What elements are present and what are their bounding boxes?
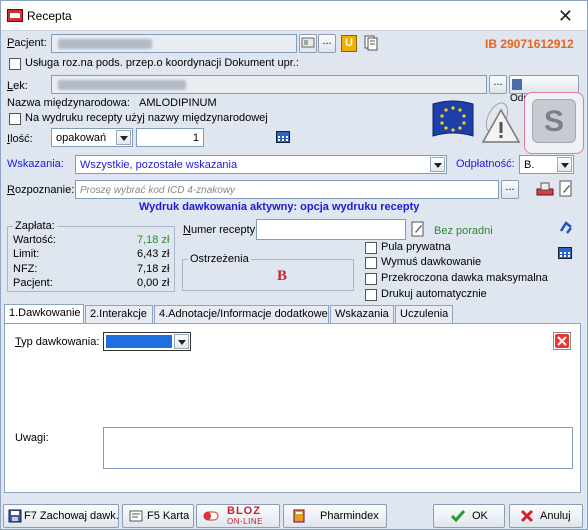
wymus-dawkowanie-checkbox[interactable] — [365, 257, 377, 269]
payment-row-value: 7,18 zł — [137, 234, 170, 246]
dropdown-arrow-icon — [430, 157, 445, 172]
usluga-label: Usługa roz.na pods. przep.o koordynacji … — [25, 57, 299, 69]
cross-icon — [520, 509, 534, 526]
close-icon[interactable] — [553, 332, 571, 350]
stamp-icon[interactable] — [535, 181, 555, 197]
disk-icon — [8, 509, 22, 526]
f5-card-button[interactable]: F5 Karta — [122, 504, 194, 528]
usluga-checkbox[interactable] — [9, 58, 21, 70]
tab-dawkowanie[interactable]: 1.Dawkowanie — [4, 304, 84, 324]
payment-row-value: 6,43 zł — [137, 248, 170, 260]
dropdown-arrow-icon — [557, 157, 572, 172]
wskazania-label: Wskazania: — [7, 158, 64, 170]
dropdown-arrow-icon — [116, 130, 131, 145]
pharmindex-button[interactable]: Pharmindex — [283, 504, 387, 528]
f7-save-dosage-button[interactable]: F7 Zachowaj dawk. — [3, 504, 119, 528]
unit-select[interactable]: opakowań — [51, 128, 133, 147]
calculator-icon[interactable] — [276, 131, 290, 143]
przekroczona-dawka-checkbox[interactable] — [365, 273, 377, 285]
payment-row-label: Limit: — [13, 248, 40, 260]
lek-field[interactable] — [51, 75, 487, 94]
payment-group-label: Zapłata: — [13, 220, 57, 232]
pills-warning-icon — [479, 96, 523, 144]
ok-button[interactable]: OK — [433, 504, 505, 528]
tab-adnotacje[interactable]: 4.Adnotacje/Informacje dodatkowe — [154, 305, 329, 323]
book-icon — [512, 79, 522, 90]
ilosc-label: Ilość: — [7, 133, 33, 145]
payment-row-label: Pacjent: — [13, 277, 53, 289]
lek-label: Lek: — [7, 80, 28, 92]
numer-recepty-field[interactable] — [256, 219, 406, 240]
pula-prywatna-checkbox[interactable] — [365, 242, 377, 254]
typ-dawkowania-select[interactable] — [103, 332, 191, 351]
payment-row-value: 0,00 zł — [137, 277, 170, 289]
cancel-button[interactable]: Anuluj — [509, 504, 583, 528]
rozpoznanie-field[interactable]: Proszę wybrać kod ICD 4-znakowy — [75, 180, 499, 199]
tab-wskazania[interactable]: Wskazania — [330, 305, 394, 323]
wskazania-select[interactable]: Wszystkie, pozostałe wskazania — [75, 155, 447, 174]
dosage-banner: Wydruk dawkowania aktywny: opcja wydruku… — [139, 201, 420, 213]
payment-row-label: Wartość: — [13, 234, 56, 246]
patient-card-icon[interactable] — [299, 34, 317, 53]
s-badge[interactable]: S — [532, 99, 576, 143]
card-f5-icon — [129, 509, 143, 526]
bez-poradni-label[interactable]: Bez poradni — [434, 225, 493, 237]
pula-prywatna-label: Pula prywatna — [381, 241, 451, 253]
uwagi-label: Uwagi: — [15, 432, 49, 444]
wymus-dawkowanie-label: Wymuś dawkowanie — [381, 256, 482, 268]
refresh-icon[interactable] — [558, 220, 574, 236]
s-badge-frame: S — [524, 92, 584, 154]
dropdown-arrow-icon — [174, 334, 189, 349]
odplatnosc-select[interactable]: B. — [519, 155, 574, 174]
eu-flag-icon — [429, 96, 477, 144]
tab-interakcje[interactable]: 2.Interakcje — [85, 305, 153, 323]
documents-icon[interactable] — [362, 35, 378, 51]
patient-u-icon[interactable]: U — [341, 35, 357, 52]
przekroczona-dawka-label: Przekroczona dawka maksymalna — [381, 272, 548, 284]
bloz-online-button[interactable]: BLOZ ON-LINE — [196, 504, 280, 528]
book-icon — [292, 509, 306, 526]
typ-dawkowania-label: Typ dawkowania: — [15, 336, 100, 348]
payment-row-value: 7,18 zł — [137, 263, 170, 275]
window-title: Recepta — [27, 9, 72, 23]
odplatnosc-label: Odpłatność: — [456, 158, 515, 170]
intl-name-value: AMLODIPINUM — [139, 97, 217, 109]
prescription-window: Recepta ✕ Pacjent: ... U IB 29071612912 … — [0, 0, 588, 530]
close-window-button[interactable]: ✕ — [558, 7, 573, 25]
patient-field[interactable] — [51, 34, 297, 53]
use-intl-label: Na wydruku recepty użyj nazwy międzynaro… — [25, 112, 268, 124]
edit-icon[interactable] — [411, 221, 425, 238]
ostrzezenia-label: Ostrzeżenia — [188, 253, 251, 265]
intl-name-label: Nazwa międzynarodowa: — [7, 97, 130, 109]
title-bar: Recepta ✕ — [1, 1, 587, 31]
app-icon — [7, 9, 23, 22]
uwagi-field[interactable] — [103, 427, 573, 469]
payment-row-label: NFZ: — [13, 263, 38, 275]
ib-number: IB 29071612912 — [485, 37, 574, 51]
pill-icon — [203, 510, 219, 525]
rozpoznanie-label: Rozpoznanie: — [7, 184, 75, 196]
calculator-icon[interactable] — [558, 247, 572, 259]
patient-browse-button[interactable]: ... — [318, 34, 336, 53]
quantity-field[interactable]: 1 — [136, 128, 204, 147]
patient-label: Pacjent: — [7, 37, 47, 49]
lek-browse-button[interactable]: ... — [489, 75, 507, 94]
numer-recepty-label: Numer recepty: — [183, 224, 259, 236]
b-mark: B — [277, 268, 288, 284]
use-intl-checkbox[interactable] — [9, 113, 21, 125]
drukuj-automatycznie-checkbox[interactable] — [365, 289, 377, 301]
drukuj-automatycznie-label: Drukuj automatycznie — [381, 288, 487, 300]
tab-uczulenia[interactable]: Uczulenia — [395, 305, 453, 323]
rozpoznanie-browse-button[interactable]: ... — [501, 180, 519, 199]
check-icon — [450, 508, 466, 527]
edit-icon[interactable] — [559, 180, 573, 198]
